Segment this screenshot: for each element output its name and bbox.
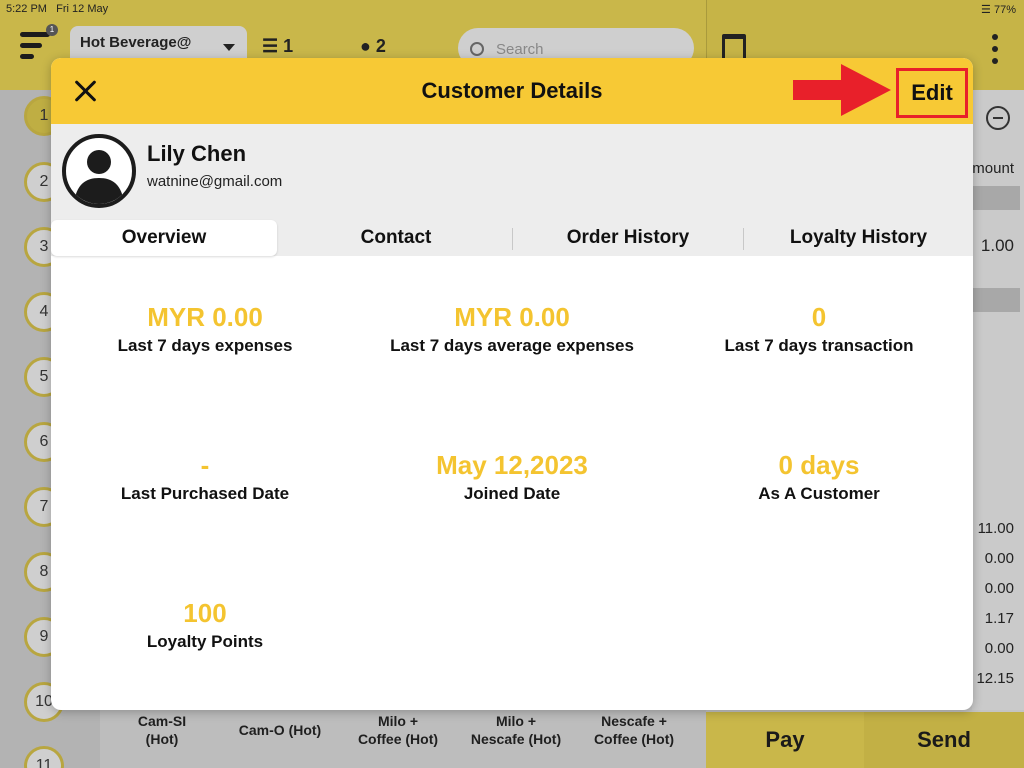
tab-overview[interactable]: Overview <box>51 220 277 256</box>
stat-value: 0 <box>811 302 827 332</box>
tab-bar: Overview Contact Order History Loyalty H… <box>51 220 973 256</box>
menu-icon[interactable] <box>20 32 50 66</box>
product-item[interactable]: Nescafe + Coffee (Hot) <box>578 712 690 748</box>
amount-header: mount <box>972 160 1014 177</box>
tab-contact[interactable]: Contact <box>281 220 511 256</box>
chevron-down-icon <box>223 44 235 51</box>
stat-last-purchased-date: - Last Purchased Date <box>55 450 355 504</box>
status-battery: ☰ 77% <box>981 4 1016 16</box>
stat-label: As A Customer <box>758 484 880 503</box>
chef-icon: ● <box>360 36 371 56</box>
customer-email: watnine@gmail.com <box>147 173 283 190</box>
stat-label: Joined Date <box>463 484 561 503</box>
tab-order-history[interactable]: Order History <box>513 220 743 256</box>
minus-icon[interactable] <box>986 106 1010 130</box>
edit-button[interactable]: Edit <box>896 68 968 118</box>
product-item[interactable]: Cam-SI (Hot) <box>106 712 218 748</box>
panel-divider <box>972 186 1020 210</box>
summary-value: 11.00 <box>977 520 1014 537</box>
search-icon <box>470 42 484 56</box>
layers-button[interactable]: ☰ 1 <box>262 36 293 57</box>
amount-value: 1.00 <box>980 236 1014 255</box>
modal-header: Customer Details Edit <box>51 58 973 124</box>
customer-name: Lily Chen <box>147 141 247 166</box>
stat-value: MYR 0.00 <box>147 302 263 332</box>
user-avatar-icon <box>62 134 136 208</box>
stat-label: Last Purchased Date <box>120 484 290 503</box>
summary-value: 0.00 <box>984 580 1014 597</box>
tab-loyalty-history[interactable]: Loyalty History <box>744 220 973 256</box>
stat-value: May 12,2023 <box>436 450 588 480</box>
status-time: 5:22 PM Fri 12 May <box>6 3 109 15</box>
menu-badge: 1 <box>46 24 58 36</box>
product-item[interactable]: Milo + Coffee (Hot) <box>342 712 454 748</box>
summary-value: 12.15 <box>976 670 1014 687</box>
stat-value: 0 days <box>778 450 860 480</box>
red-arrow-icon <box>793 64 891 116</box>
stat-as-a-customer: 0 days As A Customer <box>669 450 969 504</box>
summary-value: 0.00 <box>984 550 1014 567</box>
stat-label: Last 7 days average expenses <box>390 336 634 355</box>
stat-last-7-days-transaction: 0 Last 7 days transaction <box>669 302 969 356</box>
layers-icon: ☰ <box>262 36 279 56</box>
stat-value: MYR 0.00 <box>454 302 570 332</box>
product-item[interactable]: Milo + Nescafe (Hot) <box>460 712 572 748</box>
pay-button[interactable]: Pay <box>706 712 864 768</box>
stat-label: Last 7 days transaction <box>724 336 914 355</box>
more-icon[interactable] <box>992 34 998 70</box>
stat-joined-date: May 12,2023 Joined Date <box>362 450 662 504</box>
stat-label: Last 7 days expenses <box>117 336 293 355</box>
summary-value: 1.17 <box>984 610 1014 627</box>
panel-divider <box>972 288 1020 312</box>
product-item[interactable]: Cam-O (Hot) <box>224 721 336 739</box>
stat-label: Loyalty Points <box>146 632 264 651</box>
customer-details-modal: Customer Details Edit Lily Chen watnine@… <box>51 58 973 710</box>
stat-value: - <box>200 450 210 480</box>
stat-last-7-days-expenses: MYR 0.00 Last 7 days expenses <box>55 302 355 356</box>
send-button[interactable]: Send <box>864 712 1024 768</box>
stat-value: 100 <box>183 598 227 628</box>
summary-value: 0.00 <box>984 640 1014 657</box>
stat-loyalty-points: 100 Loyalty Points <box>55 598 355 652</box>
stat-last-7-days-average-expenses: MYR 0.00 Last 7 days average expenses <box>362 302 662 356</box>
chef-button[interactable]: ● 2 <box>360 36 386 57</box>
